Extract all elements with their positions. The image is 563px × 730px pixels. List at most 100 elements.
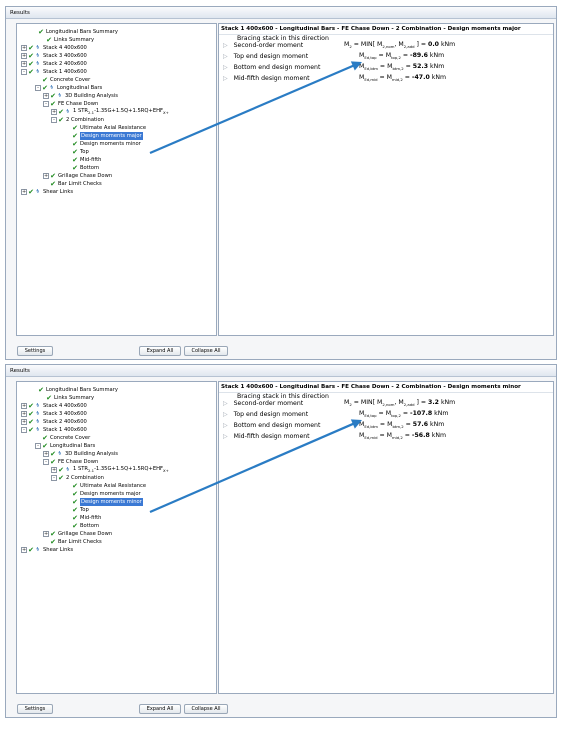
tree-node[interactable]: ✔ Mid-fifth bbox=[65, 156, 101, 164]
tree-node[interactable]: + ✔ ϟ Stack 3 400x600 bbox=[21, 52, 87, 60]
triangle-icon[interactable]: ▷ bbox=[223, 75, 228, 82]
collapse-all-button[interactable]: Collapse All bbox=[184, 346, 228, 356]
tree-node[interactable]: - ✔ 2 Combination bbox=[51, 116, 104, 124]
tree-node[interactable]: ✔ Top bbox=[65, 148, 89, 156]
collapse-icon[interactable]: - bbox=[21, 69, 27, 75]
triangle-icon[interactable]: ▷ bbox=[223, 64, 228, 71]
settings-button[interactable]: Settings bbox=[17, 346, 53, 356]
collapse-icon[interactable]: - bbox=[43, 459, 49, 465]
tree-node-label: Bar Limit Checks bbox=[58, 181, 102, 187]
expand-icon[interactable]: + bbox=[21, 403, 27, 409]
triangle-icon[interactable]: ▷ bbox=[223, 400, 228, 407]
expand-icon[interactable]: + bbox=[51, 467, 57, 473]
tree-node[interactable]: - ✔ 2 Combination bbox=[51, 474, 104, 482]
expand-icon[interactable]: + bbox=[21, 419, 27, 425]
tree-node[interactable]: ✔ Links Summary bbox=[39, 36, 94, 44]
expand-icon[interactable]: + bbox=[21, 547, 27, 553]
collapse-icon[interactable]: - bbox=[35, 85, 41, 91]
moment-formula: MEd,top = Mtop,2 = -89.6 kNm bbox=[359, 52, 445, 61]
tree-node[interactable]: + ✔ ϟ Stack 4 400x600 bbox=[21, 44, 87, 52]
triangle-icon[interactable]: ▷ bbox=[223, 53, 228, 60]
results-panel-1: Results ✔ Longitudinal Bars Summary ✔ Links … bbox=[5, 6, 557, 360]
tree-node-label: Grillage Chase Down bbox=[58, 173, 113, 179]
check-icon: ✔ bbox=[72, 506, 78, 514]
tree-node[interactable]: ✔ Top bbox=[65, 506, 89, 514]
check-icon: ✔ bbox=[50, 458, 56, 466]
tree-node[interactable]: ✔ Bar Limit Checks bbox=[43, 538, 102, 546]
expand-icon[interactable]: + bbox=[21, 61, 27, 67]
tree-node[interactable]: + ✔ ϟ Stack 3 400x600 bbox=[21, 410, 87, 418]
tree-node[interactable]: - ✔ ϟ Stack 1 400x600 bbox=[21, 68, 87, 76]
moment-label: Mid-fifth design moment bbox=[233, 74, 310, 82]
expand-all-button[interactable]: Expand All bbox=[139, 346, 181, 356]
expand-icon[interactable]: + bbox=[21, 53, 27, 59]
tree-node[interactable]: + ✔ Grillage Chase Down bbox=[43, 530, 112, 538]
tree-node[interactable]: - ✔ Longitudinal Bars bbox=[35, 442, 95, 450]
check-icon: ✔ bbox=[28, 410, 34, 418]
tree-node[interactable]: ✔ Concrete Cover bbox=[35, 434, 90, 442]
expand-icon[interactable]: + bbox=[43, 531, 49, 537]
triangle-icon[interactable]: ▷ bbox=[223, 411, 228, 418]
tree-node-label: 3D Building Analysis bbox=[65, 93, 119, 99]
tree-node[interactable]: + ✔ ϟ Shear Links bbox=[21, 546, 73, 554]
check-icon: ✔ bbox=[46, 394, 52, 402]
tree-node[interactable]: ✔ Longitudinal Bars Summary bbox=[31, 386, 118, 394]
tree-node[interactable]: + ✔ ϟ 1 STR2.1-1.35G+1.5Q+1.5RQ+EHFX+ bbox=[51, 108, 169, 116]
tree-node[interactable]: + ✔ ϟ Stack 4 400x600 bbox=[21, 402, 87, 410]
collapse-icon[interactable]: - bbox=[35, 443, 41, 449]
tree-node[interactable]: ✔ Design moments minor bbox=[65, 140, 141, 148]
triangle-icon[interactable]: ▷ bbox=[223, 42, 228, 49]
tree-node[interactable]: + ✔ ϟ Stack 2 400x600 bbox=[21, 418, 87, 426]
tree-node[interactable]: ✔ Bottom bbox=[65, 522, 99, 530]
moment-value: -107.8 bbox=[410, 410, 433, 417]
tree-node[interactable]: ✔ Bottom bbox=[65, 164, 99, 172]
check-icon: ✔ bbox=[38, 386, 44, 394]
check-icon: ✔ bbox=[50, 92, 56, 100]
collapse-icon[interactable]: - bbox=[51, 475, 57, 481]
expand-all-button[interactable]: Expand All bbox=[139, 704, 181, 714]
expand-icon[interactable]: + bbox=[43, 451, 49, 457]
tree-node[interactable]: ✔ Mid-fifth bbox=[65, 514, 101, 522]
tree-node[interactable]: ✔ Links Summary bbox=[39, 394, 94, 402]
expand-icon[interactable]: + bbox=[21, 411, 27, 417]
tree-node-label: Longitudinal Bars Summary bbox=[46, 29, 118, 35]
results-tree[interactable]: ✔ Longitudinal Bars Summary ✔ Links Summary… bbox=[16, 23, 217, 336]
tree-node[interactable]: - ✔ ϟ Stack 1 400x600 bbox=[21, 426, 87, 434]
check-icon: ✔ bbox=[72, 514, 78, 522]
triangle-icon[interactable]: ▷ bbox=[223, 422, 228, 429]
tree-node[interactable]: + ✔ ϟ 3D Building Analysis bbox=[43, 450, 118, 458]
expand-icon[interactable]: + bbox=[43, 93, 49, 99]
check-icon: ✔ bbox=[50, 450, 56, 458]
tree-node[interactable]: + ✔ ϟ 3D Building Analysis bbox=[43, 92, 118, 100]
collapse-icon[interactable]: - bbox=[21, 427, 27, 433]
collapse-icon[interactable]: - bbox=[43, 101, 49, 107]
tree-node[interactable]: + ✔ Grillage Chase Down bbox=[43, 172, 112, 180]
bolt-icon: ϟ bbox=[66, 109, 70, 115]
tree-node[interactable]: ✔ Design moments major bbox=[65, 132, 143, 140]
collapse-icon[interactable]: - bbox=[51, 117, 57, 123]
check-icon: ✔ bbox=[72, 522, 78, 530]
expand-icon[interactable]: + bbox=[51, 109, 57, 115]
tree-node[interactable]: + ✔ ϟ Stack 2 400x600 bbox=[21, 60, 87, 68]
results-tree[interactable]: ✔ Longitudinal Bars Summary ✔ Links Summary… bbox=[16, 381, 217, 694]
tree-node[interactable]: ✔ Design moments minor bbox=[65, 498, 143, 506]
tree-node[interactable]: ✔ Bar Limit Checks bbox=[43, 180, 102, 188]
tree-node[interactable]: + ✔ ϟ Shear Links bbox=[21, 188, 73, 196]
tree-node[interactable]: ✔ Concrete Cover bbox=[35, 76, 90, 84]
settings-button[interactable]: Settings bbox=[17, 704, 53, 714]
triangle-icon[interactable]: ▷ bbox=[223, 433, 228, 440]
collapse-all-button[interactable]: Collapse All bbox=[184, 704, 228, 714]
moment-label: Top end design moment bbox=[233, 410, 309, 418]
tree-node[interactable]: ✔ Design moments major bbox=[65, 490, 141, 498]
tree-node[interactable]: ✔ Longitudinal Bars Summary bbox=[31, 28, 118, 36]
tree-node-label: 2 Combination bbox=[66, 475, 104, 481]
tree-node-label: Stack 2 400x600 bbox=[43, 61, 87, 67]
expand-icon[interactable]: + bbox=[21, 189, 27, 195]
moment-value: 52.3 bbox=[412, 63, 429, 70]
expand-icon[interactable]: + bbox=[21, 45, 27, 51]
tree-node[interactable]: ✔ Ultimate Axial Resistance bbox=[65, 482, 146, 490]
tree-node[interactable]: ✔ Ultimate Axial Resistance bbox=[65, 124, 146, 132]
tree-node[interactable]: + ✔ ϟ 1 STR2.1-1.35G+1.5Q+1.5RQ+EHFX+ bbox=[51, 466, 169, 474]
tree-node[interactable]: - ✔ ϟ Longitudinal Bars bbox=[35, 84, 102, 92]
expand-icon[interactable]: + bbox=[43, 173, 49, 179]
